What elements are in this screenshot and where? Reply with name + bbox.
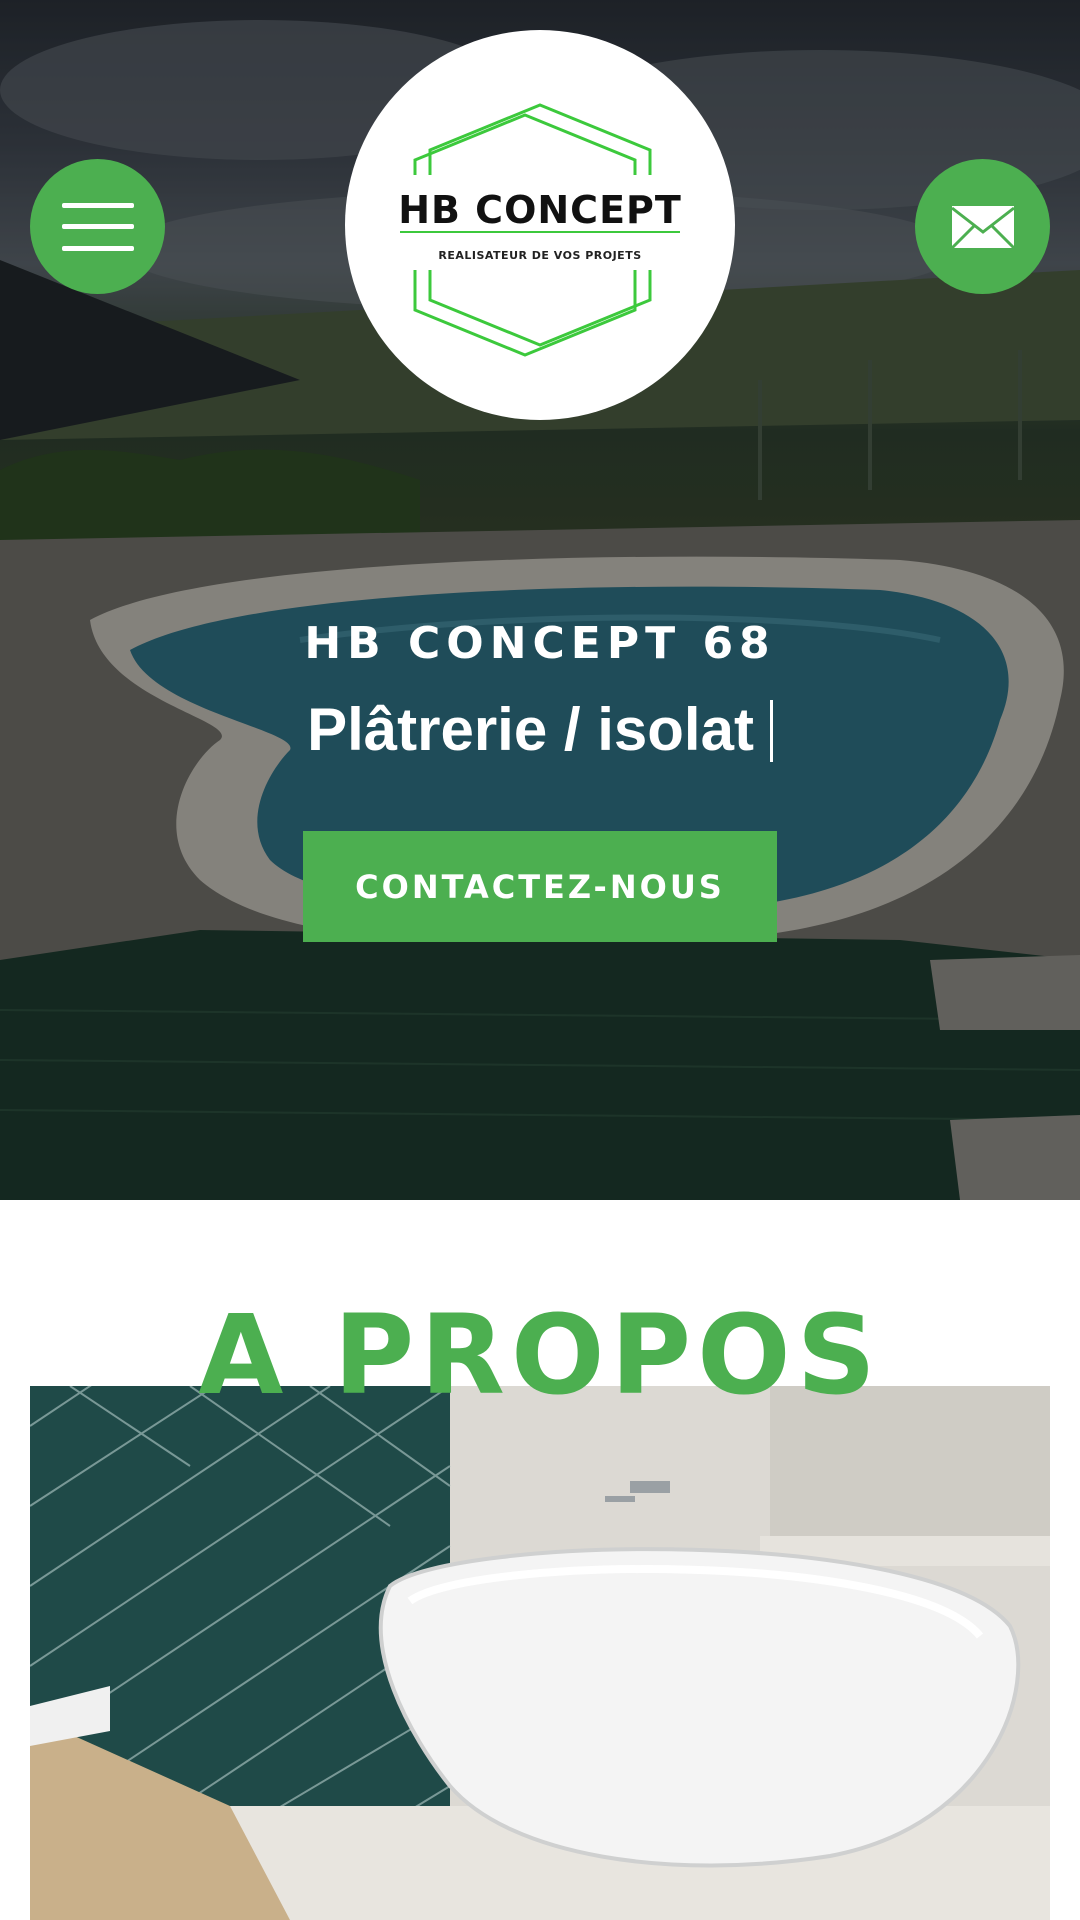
contact-mail-button[interactable] <box>915 159 1050 294</box>
envelope-icon <box>950 205 1015 249</box>
about-title: A PROPOS <box>198 1291 882 1419</box>
contact-us-button[interactable]: CONTACTEZ-NOUS <box>303 831 777 942</box>
hero-typed-headline: Plâtrerie / isolat <box>0 695 1080 764</box>
hero-subtitle: HB CONCEPT 68 <box>304 618 776 669</box>
logo-tagline: REALISATEUR DE VOS PROJETS <box>438 249 642 262</box>
typed-text: Plâtrerie / isolat <box>307 696 754 763</box>
typing-cursor <box>769 700 773 762</box>
hero-section: HB CONCEPT REALISATEUR DE VOS PROJETS HB… <box>0 0 1080 1200</box>
about-bathroom-image <box>30 1386 1050 1920</box>
logo-title: HB CONCEPT <box>398 188 682 232</box>
hamburger-menu-icon <box>61 202 134 251</box>
menu-button[interactable] <box>30 159 165 294</box>
site-logo[interactable]: HB CONCEPT REALISATEUR DE VOS PROJETS <box>345 30 735 420</box>
